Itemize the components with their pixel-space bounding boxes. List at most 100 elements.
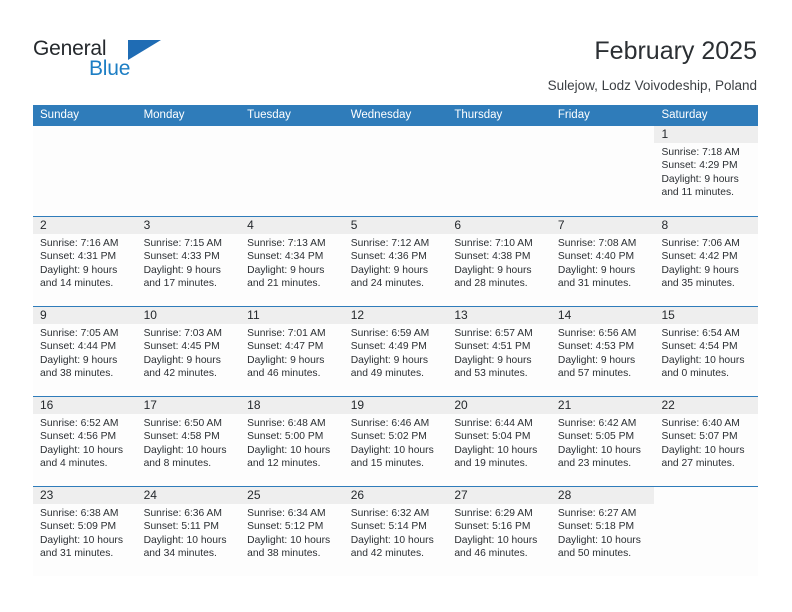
sunset-text: Sunset: 4:49 PM xyxy=(350,341,427,353)
daylight-text-line1: Daylight: 10 hours xyxy=(143,444,227,456)
calendar-day-cell[interactable]: 28 Sunrise: 6:27 AM Sunset: 5:18 PM Dayligh… xyxy=(550,487,655,576)
brand-logo[interactable]: General Blue xyxy=(33,38,213,84)
calendar-day-cell[interactable]: 27 Sunrise: 6:29 AM Sunset: 5:16 PM Dayligh… xyxy=(447,487,551,576)
day-sun-info: Sunrise: 6:40 AM Sunset: 5:07 PM Daylight:… xyxy=(654,414,758,471)
calendar-day-empty xyxy=(447,126,551,216)
day-number: 18 xyxy=(247,398,261,412)
calendar-day-cell[interactable]: 26 Sunrise: 6:32 AM Sunset: 5:14 PM Dayligh… xyxy=(343,487,448,576)
calendar-day-cell[interactable]: 25 Sunrise: 6:34 AM Sunset: 5:12 PM Dayligh… xyxy=(240,487,344,576)
calendar-day-cell[interactable]: 23 Sunrise: 6:38 AM Sunset: 5:09 PM Dayligh… xyxy=(33,487,137,576)
daylight-text-line1: Daylight: 10 hours xyxy=(350,534,434,546)
day-number: 15 xyxy=(661,308,675,322)
calendar-page: General Blue February 2025 Sulejow, Lodz… xyxy=(0,0,792,612)
calendar-day-cell[interactable]: 1 Sunrise: 7:18 AM Sunset: 4:29 PM Daylight… xyxy=(654,126,759,216)
day-number: 28 xyxy=(557,488,572,502)
calendar-day-cell[interactable]: 16 Sunrise: 6:52 AM Sunset: 4:56 PM Dayligh… xyxy=(33,397,137,486)
daylight-text-line1: Daylight: 10 hours xyxy=(40,534,123,546)
calendar-day-cell[interactable]: 2 Sunrise: 7:16 AM Sunset: 4:31 PM Daylight… xyxy=(33,217,137,306)
day-number-band xyxy=(447,126,551,143)
daylight-text-line2: and 17 minutes. xyxy=(143,278,217,290)
day-number: 17 xyxy=(143,398,157,412)
calendar-day-cell[interactable]: 12 Sunrise: 6:59 AM Sunset: 4:49 PM Dayligh… xyxy=(343,307,448,396)
day-number-band: 20 xyxy=(447,397,551,414)
sunset-text: Sunset: 4:36 PM xyxy=(350,251,427,263)
daylight-text-line1: Daylight: 10 hours xyxy=(350,444,434,456)
daylight-text-line2: and 38 minutes. xyxy=(247,548,321,560)
calendar-day-cell[interactable]: 17 Sunrise: 6:50 AM Sunset: 4:58 PM Dayligh… xyxy=(136,397,241,486)
sunrise-text: Sunrise: 7:01 AM xyxy=(247,328,326,339)
day-number: 10 xyxy=(143,308,157,322)
day-sun-info: Sunrise: 7:10 AM Sunset: 4:38 PM Daylight:… xyxy=(447,234,551,291)
sunset-text: Sunset: 5:00 PM xyxy=(247,431,324,443)
weekday-header-thursday: Thursday xyxy=(454,109,503,121)
calendar-day-empty xyxy=(136,126,241,216)
daylight-text-line1: Daylight: 9 hours xyxy=(350,264,429,276)
daylight-text-line2: and 42 minutes. xyxy=(350,548,425,560)
day-number: 8 xyxy=(661,218,669,232)
daylight-text-line1: Daylight: 9 hours xyxy=(454,264,532,276)
calendar-day-cell[interactable]: 4 Sunrise: 7:13 AM Sunset: 4:34 PM Daylight… xyxy=(240,217,344,306)
day-sun-info: Sunrise: 7:13 AM Sunset: 4:34 PM Daylight:… xyxy=(240,234,344,291)
sunrise-text: Sunrise: 7:06 AM xyxy=(661,238,740,249)
day-number: 2 xyxy=(40,218,47,232)
calendar-day-cell[interactable]: 8 Sunrise: 7:06 AM Sunset: 4:42 PM Daylight… xyxy=(654,217,759,306)
calendar-day-cell[interactable]: 9 Sunrise: 7:05 AM Sunset: 4:44 PM Daylight… xyxy=(33,307,137,396)
calendar-day-cell[interactable]: 18 Sunrise: 6:48 AM Sunset: 5:00 PM Dayligh… xyxy=(240,397,344,486)
day-sun-info: Sunrise: 7:15 AM Sunset: 4:33 PM Daylight:… xyxy=(137,234,241,291)
sunset-text: Sunset: 5:11 PM xyxy=(143,521,219,533)
sunset-text: Sunset: 4:31 PM xyxy=(40,251,117,263)
day-number: 12 xyxy=(350,308,365,322)
daylight-text-line2: and 0 minutes. xyxy=(661,368,730,380)
calendar-day-cell[interactable]: 3 Sunrise: 7:15 AM Sunset: 4:33 PM Daylight… xyxy=(136,217,241,306)
day-sun-info: Sunrise: 7:05 AM Sunset: 4:44 PM Daylight:… xyxy=(33,324,137,381)
daylight-text-line2: and 50 minutes. xyxy=(557,548,632,560)
day-number: 9 xyxy=(40,308,47,322)
day-number-band xyxy=(551,126,655,143)
day-number: 6 xyxy=(454,218,461,232)
sunset-text: Sunset: 4:56 PM xyxy=(40,431,117,443)
day-number: 20 xyxy=(454,398,468,412)
day-sun-info: Sunrise: 6:32 AM Sunset: 5:14 PM Daylight:… xyxy=(344,504,448,561)
daylight-text-line1: Daylight: 9 hours xyxy=(143,354,221,366)
sunset-text: Sunset: 4:47 PM xyxy=(247,341,324,353)
calendar-day-cell[interactable]: 20 Sunrise: 6:44 AM Sunset: 5:04 PM Dayligh… xyxy=(447,397,551,486)
day-sun-info: Sunrise: 6:34 AM Sunset: 5:12 PM Daylight:… xyxy=(240,504,344,561)
day-number: 4 xyxy=(247,218,254,232)
day-number-band: 2 xyxy=(33,217,137,234)
page-location: Sulejow, Lodz Voivodeship, Poland xyxy=(547,78,757,93)
calendar-day-cell[interactable]: 13 Sunrise: 6:57 AM Sunset: 4:51 PM Dayligh… xyxy=(447,307,551,396)
calendar-day-cell[interactable]: 24 Sunrise: 6:36 AM Sunset: 5:11 PM Dayligh… xyxy=(136,487,241,576)
calendar-day-cell[interactable]: 5 Sunrise: 7:12 AM Sunset: 4:36 PM Daylight… xyxy=(343,217,448,306)
calendar-day-cell[interactable]: 14 Sunrise: 6:56 AM Sunset: 4:53 PM Dayligh… xyxy=(550,307,655,396)
sunset-text: Sunset: 4:44 PM xyxy=(40,341,117,353)
calendar-day-cell[interactable]: 11 Sunrise: 7:01 AM Sunset: 4:47 PM Dayligh… xyxy=(240,307,344,396)
calendar-day-cell[interactable]: 10 Sunrise: 7:03 AM Sunset: 4:45 PM Dayligh… xyxy=(136,307,241,396)
daylight-text-line1: Daylight: 9 hours xyxy=(40,264,118,276)
sunset-text: Sunset: 4:34 PM xyxy=(247,251,324,263)
sunrise-text: Sunrise: 7:13 AM xyxy=(247,238,326,249)
daylight-text-line1: Daylight: 9 hours xyxy=(143,264,221,276)
daylight-text-line1: Daylight: 9 hours xyxy=(350,354,429,366)
day-number: 22 xyxy=(661,398,675,412)
day-sun-info: Sunrise: 6:48 AM Sunset: 5:00 PM Daylight:… xyxy=(240,414,344,471)
calendar-day-cell[interactable]: 22 Sunrise: 6:40 AM Sunset: 5:07 PM Dayligh… xyxy=(654,397,759,486)
daylight-text-line1: Daylight: 10 hours xyxy=(247,444,331,456)
sunrise-text: Sunrise: 6:46 AM xyxy=(350,418,430,429)
calendar-day-cell[interactable]: 21 Sunrise: 6:42 AM Sunset: 5:05 PM Dayligh… xyxy=(550,397,655,486)
calendar-day-cell[interactable]: 7 Sunrise: 7:08 AM Sunset: 4:40 PM Daylight… xyxy=(550,217,655,306)
sunrise-text: Sunrise: 6:48 AM xyxy=(247,418,326,429)
daylight-text-line1: Daylight: 10 hours xyxy=(454,444,538,456)
calendar-day-cell[interactable]: 19 Sunrise: 6:46 AM Sunset: 5:02 PM Dayligh… xyxy=(343,397,448,486)
sunrise-text: Sunrise: 6:32 AM xyxy=(350,508,430,519)
calendar-day-cell[interactable]: 15 Sunrise: 6:54 AM Sunset: 4:54 PM Dayligh… xyxy=(654,307,759,396)
sunrise-text: Sunrise: 6:36 AM xyxy=(143,508,222,519)
day-number: 3 xyxy=(143,218,151,232)
day-sun-info: Sunrise: 6:54 AM Sunset: 4:54 PM Daylight:… xyxy=(654,324,758,381)
day-number-band: 15 xyxy=(654,307,759,324)
day-number-band: 18 xyxy=(240,397,344,414)
daylight-text-line2: and 23 minutes. xyxy=(557,458,632,470)
daylight-text-line2: and 49 minutes. xyxy=(350,368,425,380)
calendar-day-cell[interactable]: 6 Sunrise: 7:10 AM Sunset: 4:38 PM Daylight… xyxy=(447,217,551,306)
sunset-text: Sunset: 4:42 PM xyxy=(661,251,738,263)
daylight-text-line2: and 57 minutes. xyxy=(557,368,632,380)
